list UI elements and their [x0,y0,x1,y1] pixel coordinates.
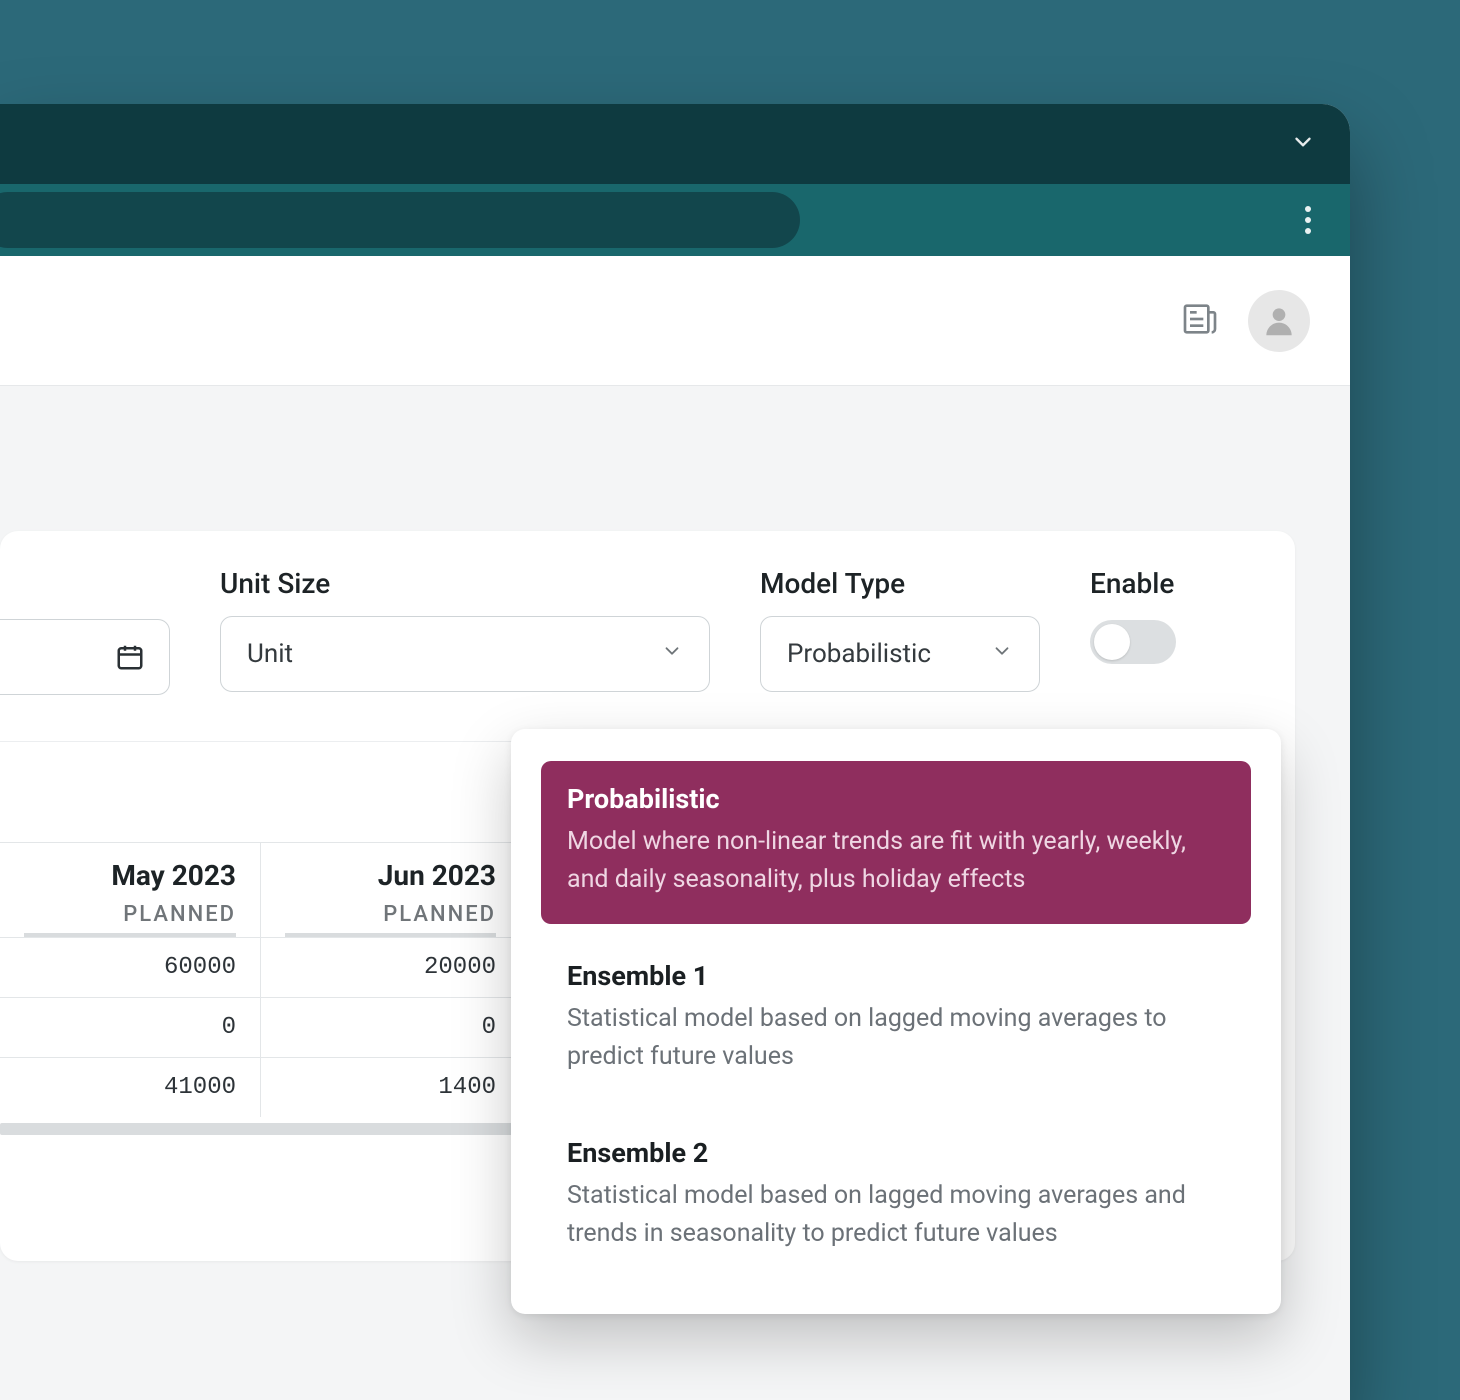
table-cell[interactable]: 0 [0,997,260,1057]
more-menu-icon[interactable] [1290,202,1326,238]
chevron-down-icon [991,639,1013,669]
table-cell[interactable]: 0 [260,997,520,1057]
unit-size-value: Unit [247,639,293,669]
model-type-value: Probabilistic [787,639,931,669]
option-name: Ensemble 2 [567,1137,1225,1169]
window-titlebar [0,104,1350,184]
filters-row: Unit Size Unit Model Type Probabilistic [0,567,1255,695]
active-tab-pill[interactable] [0,192,800,248]
date-picker[interactable] [0,619,170,695]
chevron-down-icon[interactable] [1290,129,1316,159]
chevron-down-icon [661,639,683,669]
option-desc: Statistical model based on lagged moving… [567,1177,1225,1252]
avatar[interactable] [1248,290,1310,352]
enable-field: Enable [1090,567,1176,664]
option-name: Probabilistic [567,783,1225,815]
table-cell[interactable]: 41000 [0,1057,260,1117]
app-header [0,256,1350,386]
column-header-sub: PLANNED [285,902,496,937]
model-option-probabilistic[interactable]: Probabilistic Model where non-linear tre… [541,761,1251,924]
model-type-label: Model Type [760,567,1040,600]
filters-card: Unit Size Unit Model Type Probabilistic [0,531,1295,1261]
page-body: Unit Size Unit Model Type Probabilistic [0,386,1350,1400]
model-type-select[interactable]: Probabilistic [760,616,1040,692]
enable-toggle[interactable] [1090,620,1176,664]
column-header-sub: PLANNED [24,902,236,937]
unit-size-label: Unit Size [220,567,710,600]
table-cell[interactable]: 1400 [260,1057,520,1117]
model-type-field: Model Type Probabilistic [760,567,1040,692]
app-window: Unit Size Unit Model Type Probabilistic [0,104,1350,1400]
column-header-month: Jun 2023 [285,859,496,902]
unit-size-select[interactable]: Unit [220,616,710,692]
model-type-dropdown: Probabilistic Model where non-linear tre… [511,729,1281,1314]
unit-size-field: Unit Size Unit [220,567,710,692]
browser-tabbar [0,184,1350,256]
enable-label: Enable [1090,567,1176,600]
table-cell[interactable]: 20000 [260,937,520,997]
model-option-ensemble-2[interactable]: Ensemble 2 Statistical model based on la… [541,1115,1251,1278]
news-icon[interactable] [1180,299,1220,343]
column-header-month: May 2023 [24,859,236,902]
option-name: Ensemble 1 [567,960,1225,992]
toggle-knob [1094,624,1130,660]
table-cell[interactable]: 60000 [0,937,260,997]
option-desc: Statistical model based on lagged moving… [567,1000,1225,1075]
option-desc: Model where non-linear trends are fit wi… [567,823,1225,898]
model-option-ensemble-1[interactable]: Ensemble 1 Statistical model based on la… [541,938,1251,1101]
